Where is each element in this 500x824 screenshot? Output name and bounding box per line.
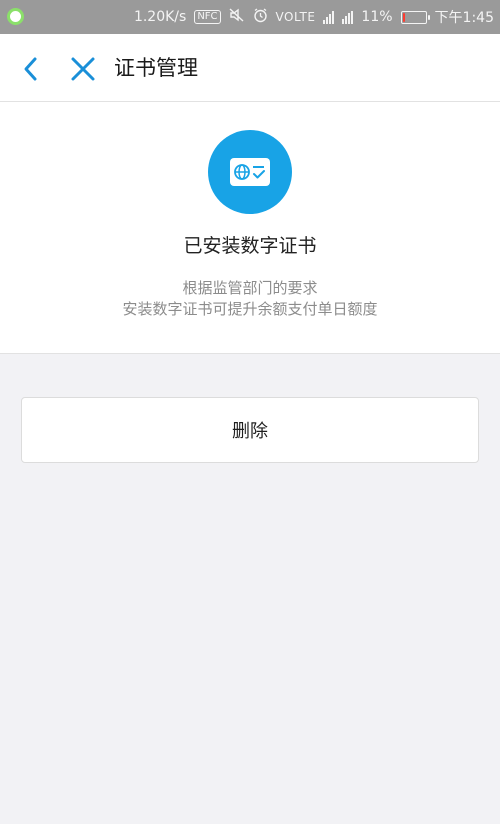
alarm-icon [253,7,268,27]
status-left [7,8,24,25]
app-notification-icon [7,8,24,25]
battery-icon [400,10,430,24]
status-time: 下午1:45 [434,10,494,26]
battery-level-fill [402,12,405,22]
mute-icon [229,8,245,26]
certificate-info-card: 已安装数字证书 根据监管部门的要求 安装数字证书可提升余额支付单日额度 [0,102,500,354]
close-button[interactable] [68,54,98,84]
back-icon [24,57,37,81]
nav-bar: 证书管理 [0,34,500,102]
network-speed: 1.20K/s [133,9,187,25]
battery-percent: 11% [361,9,393,25]
signal-icon [323,10,335,24]
status-bar: 1.20K/s NFC VOLTE 11% 下午1:45 [0,0,500,34]
status-right: 1.20K/s NFC VOLTE 11% 下午1:45 [134,0,494,34]
certificate-icon [208,130,292,214]
certificate-description: 根据监管部门的要求 安装数字证书可提升余额支付单日额度 [0,278,500,320]
description-line: 安装数字证书可提升余额支付单日额度 [122,300,378,318]
page-title: 证书管理 [114,56,198,80]
nfc-badge: NFC [194,10,221,24]
certificate-status-title: 已安装数字证书 [183,235,317,257]
close-icon [71,57,95,81]
delete-button[interactable]: 删除 [21,397,479,463]
4g-signal-icon [342,10,354,24]
description-line: 根据监管部门的要求 [182,279,318,297]
back-button[interactable] [16,54,46,84]
volte-label: VOLTE [275,10,316,24]
